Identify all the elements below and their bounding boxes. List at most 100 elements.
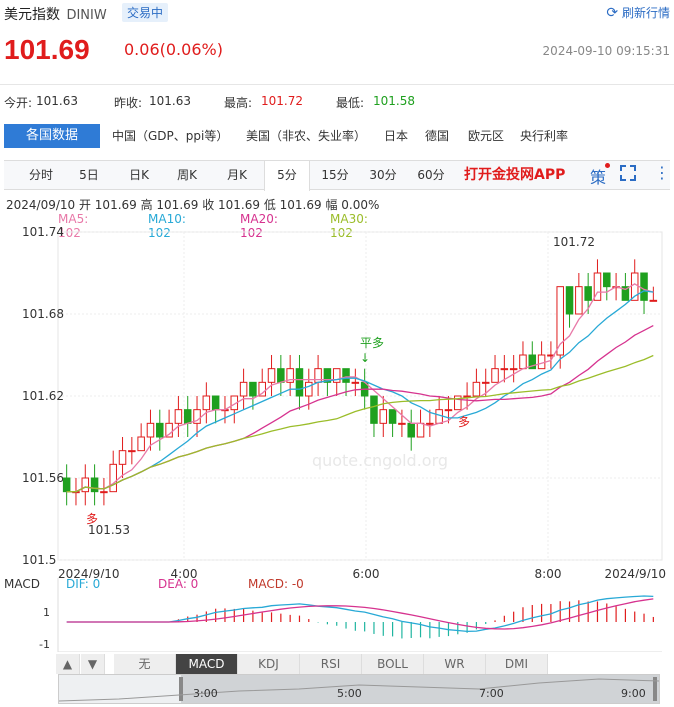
- open-value: 101.63: [36, 94, 78, 108]
- tab-intraday[interactable]: 分时: [18, 161, 64, 189]
- candle-body[interactable]: [118, 450, 127, 465]
- candle-body[interactable]: [109, 463, 117, 493]
- indicator-kdj[interactable]: KDJ: [238, 654, 300, 674]
- more-menu-icon[interactable]: ⋮: [654, 163, 670, 182]
- candle-body[interactable]: [183, 409, 192, 424]
- tab-germany[interactable]: 德国: [425, 124, 449, 148]
- tab-china[interactable]: 中国（GDP、ppi等）: [112, 124, 228, 148]
- candle-body[interactable]: [202, 395, 211, 411]
- candle-body[interactable]: [156, 422, 164, 438]
- candle-body[interactable]: [416, 422, 425, 438]
- time-navigator[interactable]: 3:00 5:00 7:00 9:00: [58, 674, 660, 704]
- candle-body[interactable]: [472, 381, 481, 397]
- candle-body[interactable]: [370, 395, 378, 424]
- tab-weekly-k[interactable]: 周K: [164, 161, 210, 189]
- candle-body[interactable]: [509, 368, 518, 371]
- tab-5day[interactable]: 5日: [66, 161, 112, 189]
- nav-tick-9: 9:00: [621, 687, 646, 700]
- indicator-none[interactable]: 无: [114, 654, 176, 674]
- refresh-button[interactable]: ⟳ 刷新行情: [606, 4, 670, 21]
- candle-body[interactable]: [519, 354, 527, 370]
- nav-tick-3: 3:00: [193, 687, 218, 700]
- indicator-dmi[interactable]: DMI: [486, 654, 548, 674]
- candle-body[interactable]: [575, 286, 583, 315]
- scroll-up-button[interactable]: ▲: [56, 654, 80, 674]
- x-tick-label: 4:00: [171, 567, 198, 578]
- indicator-wr[interactable]: WR: [424, 654, 486, 674]
- candle-body[interactable]: [267, 368, 276, 383]
- candle-body[interactable]: [249, 381, 257, 397]
- high-label: 最高:: [224, 96, 253, 110]
- dea-value: DEA: 0: [158, 578, 198, 591]
- candle-body[interactable]: [62, 477, 71, 493]
- candle-body[interactable]: [463, 395, 471, 398]
- high-value: 101.72: [261, 94, 303, 108]
- candle-body[interactable]: [379, 409, 388, 424]
- signal-arrow-down-icon: ↓: [360, 351, 370, 365]
- strategy-icon[interactable]: 策: [590, 163, 610, 188]
- macd-tick-neg1: -1: [39, 638, 50, 651]
- macd-label: MACD: [4, 578, 40, 591]
- candle-body[interactable]: [100, 491, 108, 494]
- candle-body[interactable]: [444, 409, 453, 412]
- tab-60min[interactable]: 60分: [408, 161, 454, 189]
- candle-body[interactable]: [565, 286, 574, 315]
- candle-body[interactable]: [314, 368, 322, 383]
- tab-daily-k[interactable]: 日K: [116, 161, 162, 189]
- x-tick-label: 6:00: [353, 567, 380, 578]
- tab-5min[interactable]: 5分: [264, 161, 310, 191]
- candle-body[interactable]: [388, 409, 397, 424]
- candle-body[interactable]: [500, 368, 509, 371]
- tab-country-data[interactable]: 各国数据: [4, 124, 100, 148]
- indicator-boll[interactable]: BOLL: [362, 654, 424, 674]
- navigator-window[interactable]: [181, 675, 659, 703]
- scroll-down-button[interactable]: ▼: [81, 654, 105, 674]
- candle-body[interactable]: [603, 272, 611, 288]
- y-tick-label: 101.74: [22, 225, 64, 239]
- candle-body[interactable]: [640, 272, 648, 301]
- macd-chart[interactable]: MACD DIF: 0 DEA: 0 MACD: -0 1 -1: [0, 578, 674, 652]
- navigator-left-handle[interactable]: [179, 677, 183, 701]
- candle-body[interactable]: [435, 409, 443, 424]
- macd-tick-1: 1: [43, 606, 50, 619]
- open-app-link[interactable]: 打开金投网APP: [464, 161, 565, 189]
- indicator-rsi[interactable]: RSI: [300, 654, 362, 674]
- candle-body[interactable]: [342, 368, 350, 383]
- candle-body[interactable]: [649, 299, 658, 302]
- high-annotation: 101.72: [553, 235, 595, 249]
- candle-body[interactable]: [491, 368, 499, 383]
- tab-monthly-k[interactable]: 月K: [214, 161, 260, 189]
- candle-body[interactable]: [305, 381, 313, 397]
- refresh-icon: ⟳: [606, 5, 619, 21]
- tab-eurozone[interactable]: 欧元区: [468, 124, 504, 148]
- candle-body[interactable]: [537, 354, 546, 370]
- tab-15min[interactable]: 15分: [312, 161, 358, 189]
- candle-body[interactable]: [128, 450, 136, 453]
- period-tabs: 分时 5日 日K 周K 月K 5分 15分 30分 60分 打开金投网APP 策…: [4, 160, 670, 191]
- candle-body[interactable]: [81, 477, 90, 493]
- trading-status-badge: 交易中: [122, 3, 169, 22]
- title-code: DINIW: [66, 8, 107, 23]
- candle-body[interactable]: [90, 477, 99, 493]
- candle-body[interactable]: [277, 368, 285, 383]
- candle-body[interactable]: [398, 422, 406, 425]
- candle-body[interactable]: [295, 368, 304, 397]
- tab-usa[interactable]: 美国（非农、失业率）: [246, 124, 366, 148]
- candle-body[interactable]: [211, 395, 220, 411]
- tab-30min[interactable]: 30分: [360, 161, 406, 189]
- candle-body[interactable]: [481, 381, 490, 384]
- tab-central-bank-rates[interactable]: 央行利率: [520, 124, 568, 148]
- candlestick-chart[interactable]: quote.cngold.org 101.74 101.68 101.62 101.5…: [0, 224, 674, 578]
- tab-japan[interactable]: 日本: [384, 124, 408, 148]
- candle-body[interactable]: [239, 381, 248, 397]
- candle-body[interactable]: [407, 422, 415, 438]
- candle-body[interactable]: [584, 286, 592, 301]
- indicator-macd[interactable]: MACD: [176, 654, 238, 674]
- candle-body[interactable]: [137, 436, 145, 452]
- y-tick-label: 101.62: [22, 389, 64, 403]
- candle-body[interactable]: [174, 409, 183, 424]
- candle-body[interactable]: [146, 422, 155, 438]
- fullscreen-icon[interactable]: [620, 165, 636, 181]
- candle-body[interactable]: [351, 381, 360, 384]
- candle-body[interactable]: [426, 422, 434, 425]
